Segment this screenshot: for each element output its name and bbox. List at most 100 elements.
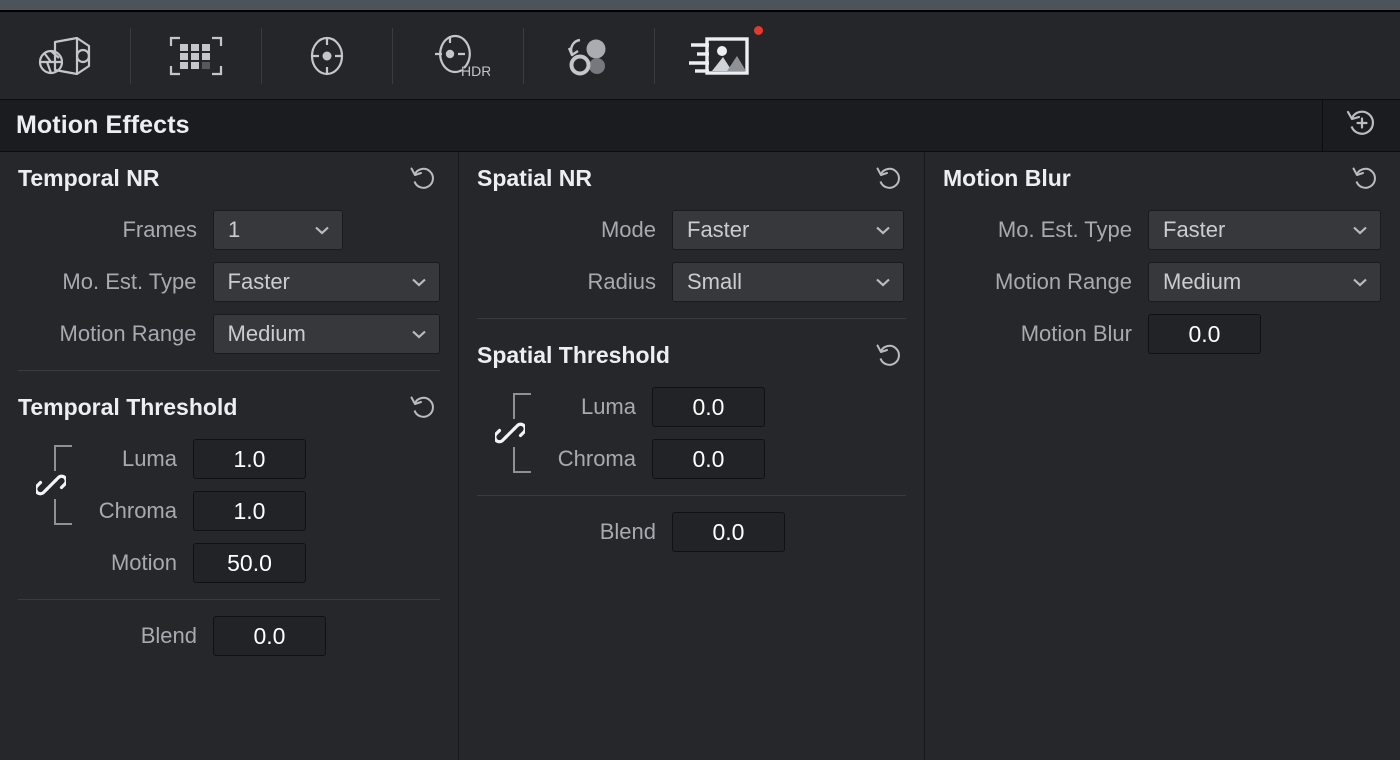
value-motion-blur[interactable]: 0.0 — [1148, 314, 1261, 354]
label-motion-range: Motion Range — [995, 269, 1132, 294]
hdr-wheels-icon: HDR — [426, 30, 490, 82]
label-radius: Radius — [587, 269, 656, 294]
reset-spatial-nr-button[interactable] — [872, 161, 906, 195]
label-blend: Blend — [599, 519, 656, 544]
label-motion-blur: Motion Blur — [1020, 321, 1132, 346]
group-title: Motion Blur — [943, 164, 1071, 191]
blur-icon — [561, 32, 617, 80]
toolbar-item-color-wheels[interactable] — [262, 12, 392, 100]
row-spatial-blend: Blend 0.0 — [477, 506, 906, 558]
label-luma: Luma — [121, 446, 177, 471]
dropdown-spatial-radius[interactable]: Small — [672, 262, 904, 302]
row-temporal-blend: Blend 0.0 — [18, 610, 440, 662]
row-frames: Frames 1 — [18, 204, 440, 256]
reset-temporal-threshold-button[interactable] — [406, 390, 440, 424]
value-spatial-chroma[interactable]: 0.0 — [652, 439, 765, 479]
window-top-strip — [0, 0, 1400, 12]
toolbar-item-motion-effects[interactable] — [655, 12, 785, 100]
row-spatial-chroma: Chroma 0.0 — [477, 433, 906, 485]
page-title: Motion Effects — [16, 111, 190, 139]
value-spatial-blend[interactable]: 0.0 — [672, 512, 785, 552]
column-spatial: Spatial NR Mode Faster Radius Small Spat… — [459, 152, 925, 760]
color-match-icon — [167, 32, 225, 80]
value-text: 0.0 — [1188, 320, 1221, 347]
label-frames: Frames — [122, 217, 197, 242]
toolbar-item-hdr-wheels[interactable]: HDR — [393, 12, 523, 100]
dropdown-frames[interactable]: 1 — [213, 210, 343, 250]
toolbar-item-blur[interactable] — [524, 12, 654, 100]
row-motion-blur-amount: Motion Blur 0.0 — [943, 308, 1382, 360]
label-mo-est-type: Mo. Est. Type — [62, 269, 197, 294]
label-luma: Luma — [580, 394, 636, 419]
row-temporal-motion-range: Motion Range Medium — [18, 308, 440, 360]
dropdown-spatial-mode[interactable]: Faster — [672, 210, 904, 250]
label-chroma: Chroma — [557, 446, 636, 471]
chevron-down-icon — [412, 330, 426, 339]
dropdown-value: Faster — [227, 269, 290, 294]
group-header-temporal-threshold: Temporal Threshold — [18, 381, 440, 433]
value-text: 0.0 — [253, 622, 286, 649]
label-mo-est-type: Mo. Est. Type — [997, 217, 1132, 242]
chevron-down-icon — [876, 226, 890, 235]
row-temporal-mo-est-type: Mo. Est. Type Faster — [18, 256, 440, 308]
row-temporal-luma: Luma 1.0 — [18, 433, 440, 485]
dropdown-blur-mo-est-type[interactable]: Faster — [1148, 210, 1381, 250]
group-header-spatial-nr: Spatial NR — [477, 152, 906, 204]
chevron-down-icon — [876, 278, 890, 287]
section-divider — [18, 370, 440, 371]
reset-motion-blur-button[interactable] — [1348, 161, 1382, 195]
spatial-luma-chroma-group: Luma 0.0 Chroma 0.0 — [477, 381, 906, 485]
column-motion-blur: Motion Blur Mo. Est. Type Faster Motion … — [925, 152, 1400, 760]
group-header-temporal-nr: Temporal NR — [18, 152, 440, 204]
group-title: Spatial Threshold — [477, 341, 670, 368]
value-temporal-luma[interactable]: 1.0 — [193, 439, 306, 479]
row-spatial-luma: Luma 0.0 — [477, 381, 906, 433]
svg-text:HDR: HDR — [461, 63, 490, 79]
label-motion-range: Motion Range — [59, 321, 197, 346]
group-header-motion-blur: Motion Blur — [943, 152, 1382, 204]
chevron-down-icon — [315, 226, 329, 235]
reset-temporal-nr-button[interactable] — [406, 161, 440, 195]
dropdown-value: 1 — [228, 217, 241, 242]
dropdown-value: Small — [687, 269, 743, 294]
section-divider — [477, 318, 906, 319]
value-spatial-luma[interactable]: 0.0 — [652, 387, 765, 427]
chevron-down-icon — [412, 278, 426, 287]
section-divider — [477, 495, 906, 496]
value-text: 0.0 — [712, 518, 745, 545]
dropdown-value: Faster — [687, 217, 750, 242]
motion-effects-icon — [685, 30, 755, 82]
value-text: 1.0 — [233, 445, 266, 472]
palette-toolbar: HDR — [0, 12, 1400, 100]
motion-effects-panel: Temporal NR Frames 1 Mo. Est. Type Faste… — [0, 152, 1400, 760]
row-spatial-mode: Mode Faster — [477, 204, 906, 256]
value-text: 50.0 — [227, 549, 272, 576]
reset-spatial-threshold-button[interactable] — [872, 338, 906, 372]
value-text: 1.0 — [233, 497, 266, 524]
toolbar-item-camera-raw[interactable] — [0, 12, 130, 100]
dropdown-temporal-mo-est-type[interactable]: Faster — [212, 262, 440, 302]
color-wheels-icon — [301, 31, 353, 81]
panel-titlebar: Motion Effects — [0, 99, 1400, 152]
section-divider — [18, 599, 440, 600]
add-version-button[interactable] — [1322, 99, 1400, 152]
dropdown-value: Medium — [1163, 269, 1242, 294]
row-blur-motion-range: Motion Range Medium — [943, 256, 1382, 308]
dropdown-value: Faster — [1163, 217, 1226, 242]
value-temporal-motion[interactable]: 50.0 — [193, 543, 306, 583]
notification-badge — [754, 25, 763, 35]
toolbar-item-color-match[interactable] — [131, 12, 261, 100]
row-temporal-chroma: Chroma 1.0 — [18, 485, 440, 537]
group-header-spatial-threshold: Spatial Threshold — [477, 329, 906, 381]
value-text: 0.0 — [692, 393, 725, 420]
row-temporal-motion: Motion 50.0 — [18, 537, 440, 589]
value-temporal-chroma[interactable]: 1.0 — [193, 491, 306, 531]
dropdown-blur-motion-range[interactable]: Medium — [1148, 262, 1381, 302]
label-chroma: Chroma — [98, 498, 177, 523]
dropdown-temporal-motion-range[interactable]: Medium — [212, 314, 440, 354]
value-temporal-blend[interactable]: 0.0 — [213, 616, 326, 656]
group-title: Temporal NR — [18, 164, 160, 191]
dropdown-value: Medium — [227, 321, 306, 346]
label-motion: Motion — [110, 550, 177, 575]
temporal-luma-chroma-group: Luma 1.0 Chroma 1.0 — [18, 433, 440, 537]
